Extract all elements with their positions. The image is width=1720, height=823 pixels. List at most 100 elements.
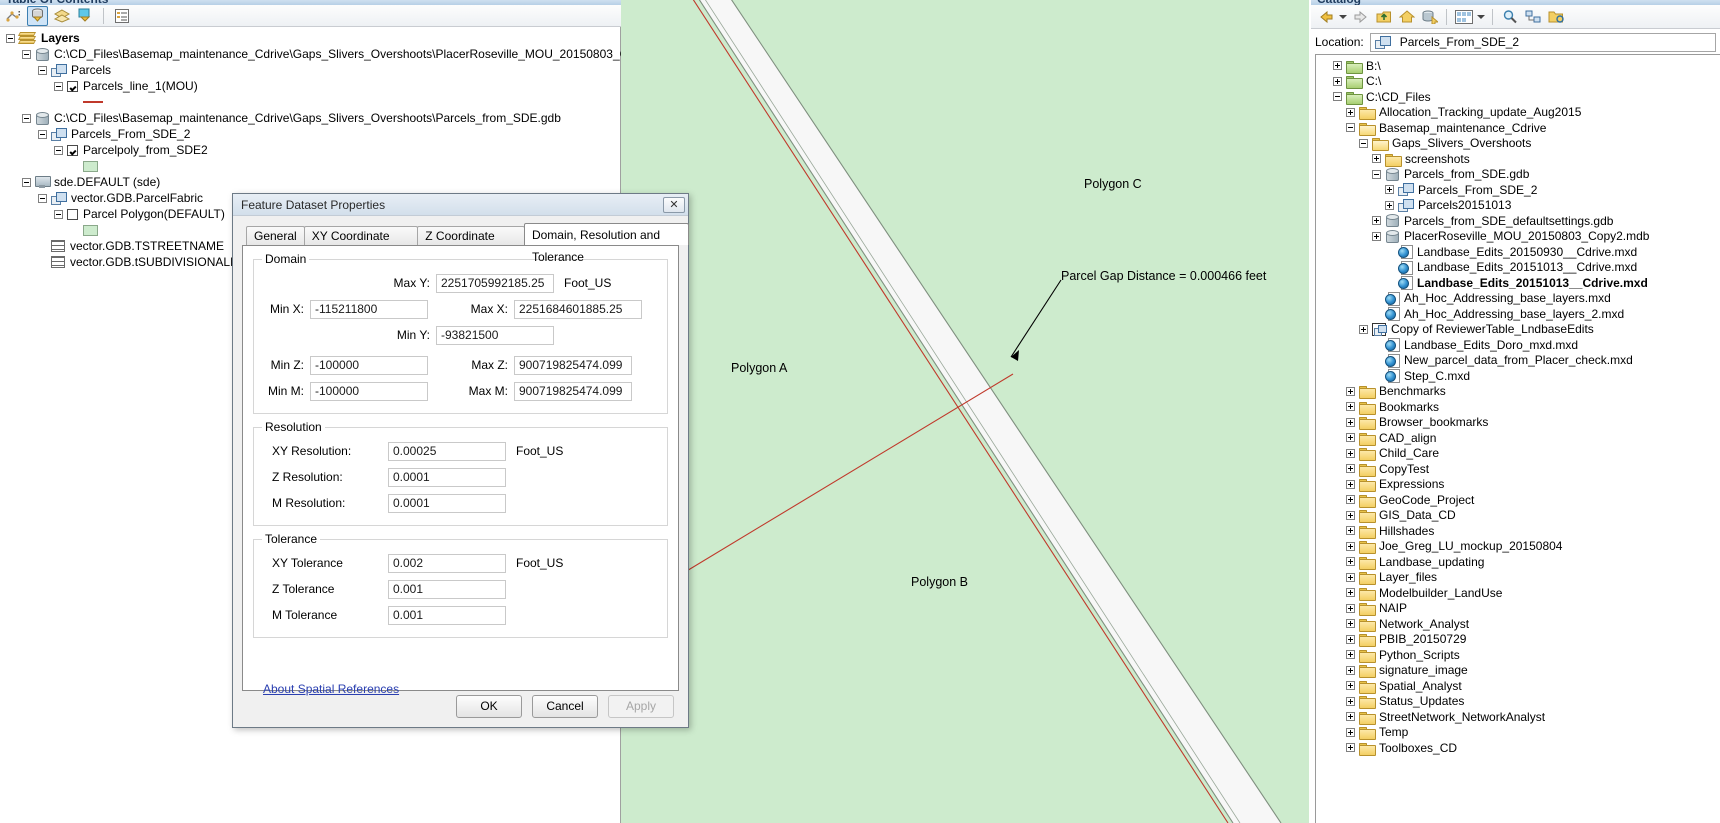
back-dropdown-icon[interactable]	[1338, 7, 1348, 27]
collapse-icon[interactable]	[38, 193, 47, 203]
catalog-tree[interactable]: B:\ C:\ C:\CD_Files Allocation_Tracking_upd…	[1315, 54, 1720, 823]
catalog-tree-item[interactable]: Benchmarks	[1316, 384, 1720, 400]
catalog-tree-item[interactable]: Expressions	[1316, 477, 1720, 493]
list-by-selection-icon[interactable]	[75, 6, 96, 26]
collapse-icon[interactable]	[1346, 123, 1355, 133]
catalog-tree-item[interactable]: Step_C.mxd	[1316, 368, 1720, 384]
catalog-tree-item[interactable]: Landbase_Edits_20151013__Cdrive.mxd	[1316, 275, 1720, 291]
catalog-tree-item[interactable]: PBIB_20150729	[1316, 632, 1720, 648]
catalog-tree-item[interactable]: Basemap_maintenance_Cdrive	[1316, 120, 1720, 136]
expand-icon[interactable]	[1372, 154, 1381, 164]
expand-icon[interactable]	[1346, 402, 1355, 412]
catalog-tree-item[interactable]: C:\CD_Files	[1316, 89, 1720, 105]
list-by-source-icon[interactable]	[27, 5, 48, 26]
catalog-tree-item[interactable]: Ah_Hoc_Addressing_base_layers_2.mxd	[1316, 306, 1720, 322]
ok-button[interactable]: OK	[456, 694, 522, 718]
default-geodatabase-icon[interactable]	[1419, 7, 1440, 27]
toggle-contents-panel-icon[interactable]	[1453, 7, 1474, 27]
expand-icon[interactable]	[1346, 386, 1355, 396]
expand-icon[interactable]	[1346, 696, 1355, 706]
expand-icon[interactable]	[1385, 185, 1394, 195]
max-m-field[interactable]: 900719825474.099	[514, 381, 632, 401]
toc-layer-row[interactable]: sde.DEFAULT (sde)	[0, 174, 621, 190]
map-canvas[interactable]: Polygon C Polygon A Polygon B Parcel Gap…	[621, 0, 1309, 823]
expand-icon[interactable]	[1346, 479, 1355, 489]
expand-icon[interactable]	[1333, 76, 1342, 86]
expand-icon[interactable]	[1346, 541, 1355, 551]
organize-icon[interactable]	[1522, 7, 1543, 27]
collapse-icon[interactable]	[38, 65, 47, 75]
collapse-icon[interactable]	[1333, 92, 1342, 102]
expand-icon[interactable]	[1372, 231, 1381, 241]
expand-icon[interactable]	[1346, 557, 1355, 567]
m-tolerance-field[interactable]: 0.001	[388, 605, 506, 625]
catalog-tree-item[interactable]: Ah_Hoc_Addressing_base_layers.mxd	[1316, 291, 1720, 307]
collapse-icon[interactable]	[22, 49, 31, 59]
toc-root-layers[interactable]: Layers	[0, 30, 621, 46]
expand-icon[interactable]	[1346, 572, 1355, 582]
home-icon[interactable]	[1396, 7, 1417, 27]
min-z-field[interactable]: -100000	[310, 355, 428, 375]
catalog-tree-item[interactable]: Browser_bookmarks	[1316, 415, 1720, 431]
forward-icon[interactable]	[1350, 7, 1371, 27]
catalog-tree-item[interactable]: Status_Updates	[1316, 694, 1720, 710]
toc-layer-row[interactable]: Parcels_From_SDE_2	[0, 126, 621, 142]
expand-icon[interactable]	[1385, 200, 1394, 210]
catalog-tree-item[interactable]: Network_Analyst	[1316, 616, 1720, 632]
catalog-tree-item[interactable]: Hillshades	[1316, 523, 1720, 539]
collapse-icon[interactable]	[1372, 169, 1381, 179]
catalog-tree-item[interactable]: Gaps_Slivers_Overshoots	[1316, 136, 1720, 152]
expand-icon[interactable]	[1346, 464, 1355, 474]
expand-icon[interactable]	[1346, 526, 1355, 536]
catalog-tree-item[interactable]: Parcels_from_SDE_defaultsettings.gdb	[1316, 213, 1720, 229]
collapse-icon[interactable]	[22, 113, 31, 123]
expand-icon[interactable]	[1346, 727, 1355, 737]
catalog-tree-item[interactable]: Child_Care	[1316, 446, 1720, 462]
contents-dropdown-icon[interactable]	[1476, 7, 1486, 27]
catalog-tree-item[interactable]: Parcels_From_SDE_2	[1316, 182, 1720, 198]
z-resolution-field[interactable]: 0.0001	[388, 467, 506, 487]
expand-icon[interactable]	[1346, 634, 1355, 644]
min-m-field[interactable]: -100000	[310, 381, 428, 401]
toc-layer-row[interactable]: C:\CD_Files\Basemap_maintenance_Cdrive\G…	[0, 110, 621, 126]
collapse-icon[interactable]	[54, 209, 63, 219]
toc-layer-row[interactable]: Parcels_line_1(MOU)	[0, 78, 621, 94]
expand-icon[interactable]	[1346, 619, 1355, 629]
catalog-tree-item[interactable]: Modelbuilder_LandUse	[1316, 585, 1720, 601]
catalog-tree-item[interactable]: Landbase_Edits_20150930__Cdrive.mxd	[1316, 244, 1720, 260]
collapse-icon[interactable]	[54, 145, 63, 155]
list-by-visibility-icon[interactable]	[51, 6, 72, 26]
max-z-field[interactable]: 900719825474.099	[514, 355, 632, 375]
min-y-field[interactable]: -93821500	[436, 325, 554, 345]
expand-icon[interactable]	[1346, 510, 1355, 520]
catalog-tree-item[interactable]: Parcels20151013	[1316, 198, 1720, 214]
catalog-tree-item[interactable]: CopyTest	[1316, 461, 1720, 477]
toc-layer-row[interactable]	[0, 94, 621, 110]
back-icon[interactable]	[1315, 7, 1336, 27]
catalog-tree-item[interactable]: C:\	[1316, 74, 1720, 90]
collapse-icon[interactable]	[54, 81, 63, 91]
expand-icon[interactable]	[1346, 448, 1355, 458]
catalog-tree-item[interactable]: Landbase_Edits_Doro_mxd.mxd	[1316, 337, 1720, 353]
catalog-tree-item[interactable]: NAIP	[1316, 601, 1720, 617]
expand-icon[interactable]	[1346, 433, 1355, 443]
feature-dataset-properties-dialog[interactable]: Feature Dataset Properties ✕ General XY …	[232, 193, 689, 728]
collapse-icon[interactable]	[22, 177, 31, 187]
toc-layer-row[interactable]: C:\CD_Files\Basemap_maintenance_Cdrive\G…	[0, 46, 621, 62]
catalog-tree-item[interactable]: New_parcel_data_from_Placer_check.mxd	[1316, 353, 1720, 369]
expander-icon[interactable]	[6, 33, 15, 43]
list-by-drawing-order-icon[interactable]	[3, 6, 24, 26]
catalog-tree-item[interactable]: Allocation_Tracking_update_Aug2015	[1316, 105, 1720, 121]
expand-icon[interactable]	[1333, 61, 1342, 71]
expand-icon[interactable]	[1346, 681, 1355, 691]
z-tolerance-field[interactable]: 0.001	[388, 579, 506, 599]
max-y-field[interactable]: 2251705992185.25	[436, 273, 554, 293]
xy-tolerance-field[interactable]: 0.002	[388, 553, 506, 573]
expand-icon[interactable]	[1346, 650, 1355, 660]
catalog-tree-item[interactable]: Landbase_Edits_20151013__Cdrive.mxd	[1316, 260, 1720, 276]
tab-z-coordinate-system[interactable]: Z Coordinate System	[417, 226, 525, 262]
collapse-icon[interactable]	[1359, 138, 1368, 148]
catalog-tree-item[interactable]: GeoCode_Project	[1316, 492, 1720, 508]
catalog-tree-item[interactable]: B:\	[1316, 58, 1720, 74]
catalog-tree-item[interactable]: CAD_align	[1316, 430, 1720, 446]
